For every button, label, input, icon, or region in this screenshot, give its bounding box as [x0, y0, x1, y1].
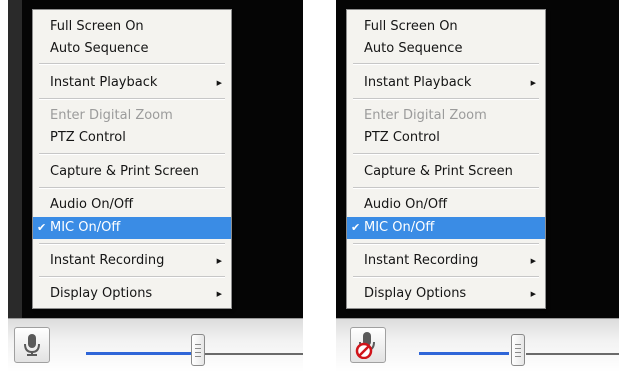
submenu-arrow-icon: ▶: [216, 290, 222, 298]
menu-item-label: Auto Sequence: [364, 41, 463, 56]
menu-separator: [353, 243, 539, 245]
menu-item-auto-sequence[interactable]: Auto Sequence: [33, 38, 231, 60]
audio-toolbar: [336, 318, 619, 371]
check-icon: ✔: [37, 221, 47, 234]
menu-item-label: PTZ Control: [50, 130, 126, 145]
menu-separator: [39, 243, 225, 245]
volume-slider-track[interactable]: [526, 353, 619, 355]
video-edge: [8, 0, 22, 318]
audio-toolbar: [8, 318, 303, 371]
menu-item-full-screen-on[interactable]: Full Screen On: [347, 16, 545, 38]
menu-item-label: Capture & Print Screen: [50, 164, 199, 179]
menu-item-label: PTZ Control: [364, 130, 440, 145]
menu-item-label: Instant Playback: [364, 75, 472, 90]
menu-item-label: Instant Recording: [364, 253, 479, 268]
menu-separator: [353, 153, 539, 155]
volume-slider-track[interactable]: [196, 353, 303, 355]
volume-slider-thumb[interactable]: [511, 334, 525, 366]
menu-item-label: MIC On/Off: [50, 220, 121, 235]
menu-item-mic-on-off[interactable]: ✔ MIC On/Off: [347, 217, 545, 239]
menu-separator: [39, 276, 225, 278]
submenu-arrow-icon: ▶: [216, 79, 222, 87]
menu-item-instant-recording[interactable]: Instant Recording ▶: [33, 250, 231, 272]
menu-item-display-options[interactable]: Display Options ▶: [347, 283, 545, 305]
menu-item-label: Enter Digital Zoom: [50, 108, 173, 123]
menu-separator: [39, 153, 225, 155]
menu-item-label: Display Options: [364, 286, 467, 301]
submenu-arrow-icon: ▶: [216, 257, 222, 265]
menu-item-mic-on-off[interactable]: ✔ MIC On/Off: [33, 217, 231, 239]
menu-item-full-screen-on[interactable]: Full Screen On: [33, 16, 231, 38]
menu-item-ptz-control[interactable]: PTZ Control: [347, 127, 545, 149]
menu-separator: [39, 63, 225, 65]
microphone-muted-icon: [355, 332, 375, 359]
context-menu: Full Screen On Auto Sequence Instant Pla…: [346, 9, 546, 309]
check-icon: ✔: [351, 221, 361, 234]
menu-item-label: Instant Playback: [50, 75, 158, 90]
menu-item-label: MIC On/Off: [364, 220, 435, 235]
menu-item-audio-on-off[interactable]: Audio On/Off: [33, 194, 231, 216]
menu-separator: [353, 98, 539, 100]
menu-item-ptz-control[interactable]: PTZ Control: [33, 127, 231, 149]
menu-item-instant-recording[interactable]: Instant Recording ▶: [347, 250, 545, 272]
submenu-arrow-icon: ▶: [530, 290, 536, 298]
submenu-arrow-icon: ▶: [530, 257, 536, 265]
menu-item-label: Audio On/Off: [50, 197, 134, 212]
volume-slider-fill: [419, 352, 509, 355]
submenu-arrow-icon: ▶: [530, 79, 536, 87]
menu-item-instant-playback[interactable]: Instant Playback ▶: [347, 72, 545, 94]
volume-slider-fill: [86, 352, 196, 355]
mic-button[interactable]: [14, 327, 50, 363]
menu-item-label: Capture & Print Screen: [364, 164, 513, 179]
menu-item-label: Enter Digital Zoom: [364, 108, 487, 123]
menu-item-audio-on-off[interactable]: Audio On/Off: [347, 194, 545, 216]
menu-item-auto-sequence[interactable]: Auto Sequence: [347, 38, 545, 60]
menu-separator: [39, 98, 225, 100]
menu-item-label: Instant Recording: [50, 253, 165, 268]
viewer-panel-left: Full Screen On Auto Sequence Instant Pla…: [8, 0, 303, 371]
menu-separator: [353, 63, 539, 65]
menu-separator: [39, 187, 225, 189]
menu-item-enter-digital-zoom: Enter Digital Zoom: [347, 105, 545, 127]
menu-item-enter-digital-zoom: Enter Digital Zoom: [33, 105, 231, 127]
menu-item-instant-playback[interactable]: Instant Playback ▶: [33, 72, 231, 94]
viewer-panel-right: Full Screen On Auto Sequence Instant Pla…: [336, 0, 619, 371]
menu-separator: [353, 276, 539, 278]
menu-item-capture-print-screen[interactable]: Capture & Print Screen: [347, 161, 545, 183]
mic-button[interactable]: [350, 327, 386, 363]
microphone-icon: [24, 334, 40, 356]
context-menu: Full Screen On Auto Sequence Instant Pla…: [32, 9, 232, 309]
menu-item-label: Full Screen On: [50, 19, 144, 34]
menu-separator: [353, 187, 539, 189]
menu-item-label: Full Screen On: [364, 19, 458, 34]
menu-item-label: Display Options: [50, 286, 153, 301]
menu-item-capture-print-screen[interactable]: Capture & Print Screen: [33, 161, 231, 183]
menu-item-display-options[interactable]: Display Options ▶: [33, 283, 231, 305]
volume-slider-thumb[interactable]: [191, 334, 205, 366]
menu-item-label: Auto Sequence: [50, 41, 149, 56]
menu-item-label: Audio On/Off: [364, 197, 448, 212]
